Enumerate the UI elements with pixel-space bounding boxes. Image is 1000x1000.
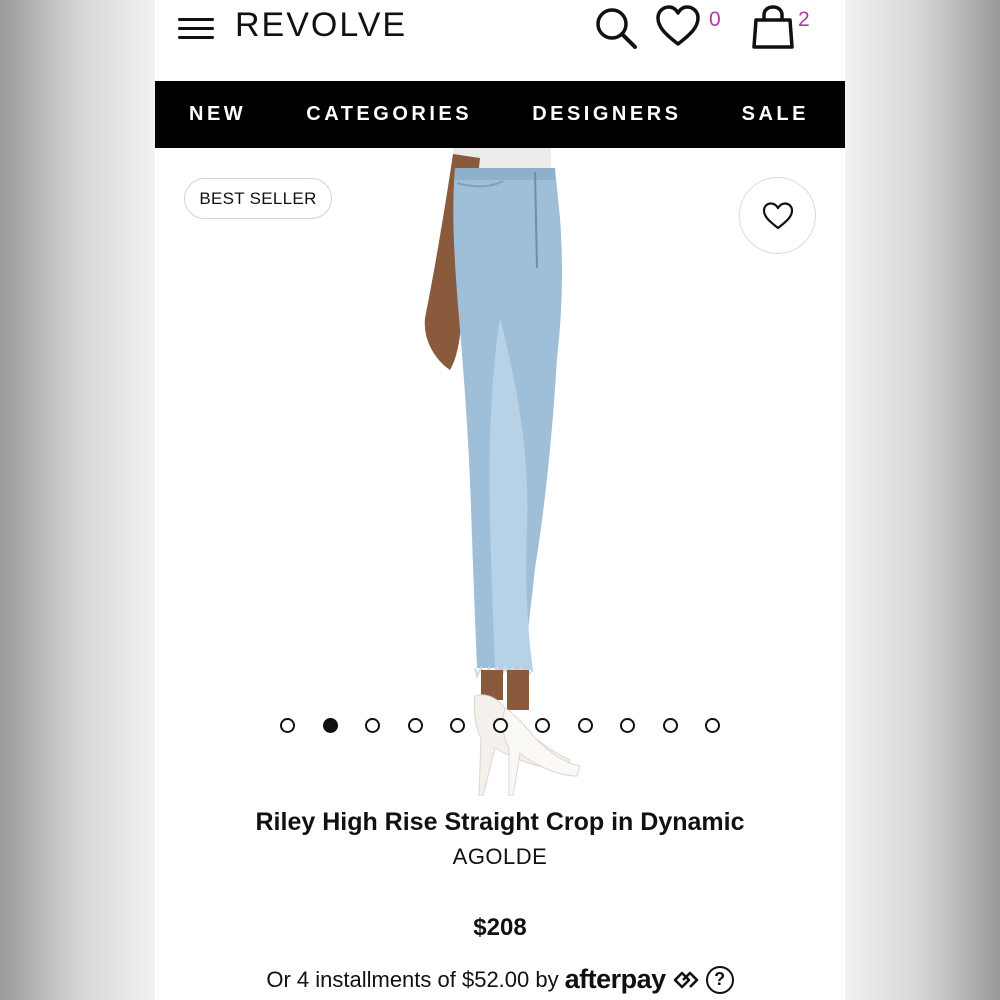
shopping-bag-icon[interactable] xyxy=(751,4,795,50)
favorite-button[interactable] xyxy=(739,177,816,254)
wishlist-count: 0 xyxy=(709,8,721,31)
installments-row: Or 4 installments of $52.00 by afterpay … xyxy=(155,964,845,995)
pagination-dot[interactable] xyxy=(450,718,465,733)
heart-outline-icon xyxy=(762,201,793,229)
pagination-dot[interactable] xyxy=(577,718,593,733)
pagination-dot[interactable] xyxy=(662,718,678,733)
pagination-dot[interactable] xyxy=(280,718,295,733)
menu-icon[interactable] xyxy=(178,16,216,40)
product-price: $208 xyxy=(473,914,527,941)
product-gallery[interactable]: BEST SELLER xyxy=(155,148,845,796)
site-header: REVOLVE 0 2 xyxy=(155,0,845,81)
heart-icon[interactable] xyxy=(655,4,701,48)
afterpay-logo: afterpay xyxy=(564,964,667,994)
product-image[interactable] xyxy=(395,148,635,796)
pagination-dot[interactable] xyxy=(620,718,635,733)
pagination-dot[interactable] xyxy=(365,718,380,733)
nav-item-designers[interactable]: DESIGNERS xyxy=(532,103,681,126)
afterpay-arrows-icon xyxy=(673,971,698,988)
help-icon[interactable]: ? xyxy=(705,965,734,994)
pagination-dot[interactable] xyxy=(492,718,508,733)
nav-item-sale[interactable]: SALE xyxy=(742,103,809,126)
pagination-dot[interactable] xyxy=(535,718,550,733)
mobile-page: REVOLVE 0 2 NEW CATEGORIES DESIGNERS SAL… xyxy=(155,0,845,1000)
product-brand[interactable]: AGOLDE xyxy=(155,844,845,870)
installments-text: Or 4 installments of $52.00 by xyxy=(266,966,559,992)
pagination-dot[interactable] xyxy=(705,718,720,733)
nav-item-categories[interactable]: CATEGORIES xyxy=(306,103,472,126)
pagination-dot[interactable] xyxy=(407,718,423,733)
pagination-dot[interactable] xyxy=(322,718,338,733)
product-title: Riley High Rise Straight Crop in Dynamic xyxy=(255,808,745,836)
gallery-pagination xyxy=(280,718,748,733)
site-logo[interactable]: REVOLVE xyxy=(235,6,407,45)
best-seller-badge: BEST SELLER xyxy=(184,178,332,219)
search-icon[interactable] xyxy=(593,5,639,51)
bag-count: 2 xyxy=(798,8,810,31)
nav-item-new[interactable]: NEW xyxy=(189,103,246,126)
main-nav: NEW CATEGORIES DESIGNERS SALE xyxy=(155,81,845,148)
